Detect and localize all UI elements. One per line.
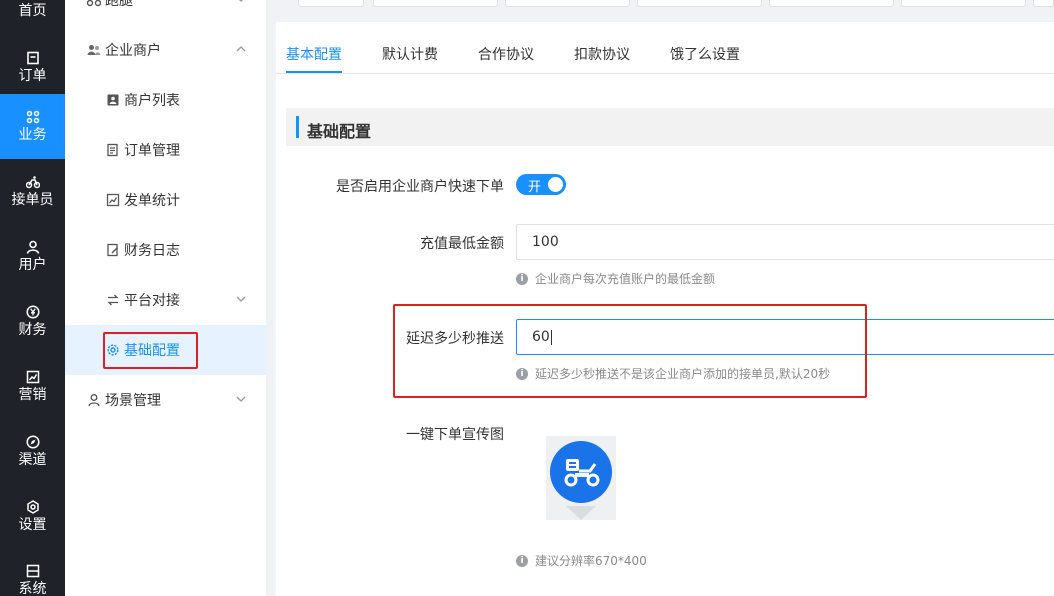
enable-quick-order-switch[interactable]: 开 xyxy=(516,174,566,195)
top-tag[interactable] xyxy=(1033,0,1054,7)
tab-basic-config[interactable]: 基本配置 xyxy=(286,44,342,64)
chart-icon xyxy=(26,370,39,384)
section-header: 基础配置 xyxy=(286,108,1054,146)
top-tag[interactable] xyxy=(637,0,762,7)
tab-active-indicator xyxy=(286,71,342,73)
chevron-up-icon xyxy=(236,46,246,52)
rail-item-orders[interactable]: 订单 xyxy=(0,35,65,100)
menu-group-errand[interactable]: 跑腿 xyxy=(65,0,266,25)
menu-group-enterprise[interactable]: 企业商户 xyxy=(65,25,266,75)
promo-image-hint: i 建议分辨率670*400 xyxy=(516,552,647,569)
menu-item-dispatch-stats[interactable]: 发单统计 xyxy=(65,175,266,225)
swap-icon xyxy=(107,294,119,306)
top-tag[interactable] xyxy=(373,0,498,7)
rail-item-business[interactable]: 业务 xyxy=(0,94,65,159)
min-recharge-input[interactable]: 100 xyxy=(516,224,1054,260)
sub-menu: 跑腿 企业商户 商户列表 订单管理 发单统计 财务日志 平台对接 基础配置 场景… xyxy=(65,0,266,596)
contact-card-icon xyxy=(107,94,119,106)
tab-deduction-agreement[interactable]: 扣款协议 xyxy=(574,44,630,64)
system-icon xyxy=(26,564,39,578)
tab-cooperation-agreement[interactable]: 合作协议 xyxy=(478,44,534,64)
errand-icon xyxy=(87,0,101,7)
tab-default-billing[interactable]: 默认计费 xyxy=(382,44,438,64)
section-title: 基础配置 xyxy=(307,122,372,141)
section-accent-bar xyxy=(296,116,299,138)
chevron-down-icon xyxy=(236,296,246,302)
config-tabs: 基本配置 默认计费 合作协议 扣款协议 饿了么设置 xyxy=(276,22,1054,74)
min-recharge-label: 充值最低金额 xyxy=(420,236,504,252)
delay-push-label: 延迟多少秒推送 xyxy=(406,331,504,347)
rail-item-users[interactable]: 用户 xyxy=(0,224,65,289)
rail-item-marketing[interactable]: 营销 xyxy=(0,354,65,419)
top-tag[interactable] xyxy=(769,0,894,7)
chevron-down-icon xyxy=(236,396,246,402)
top-tags-strip xyxy=(266,0,1054,16)
delay-push-hint: i 延迟多少秒推送不是该企业商户添加的接单员,默认20秒 xyxy=(516,365,830,382)
switch-knob xyxy=(548,177,563,192)
menu-item-finance-log[interactable]: 财务日志 xyxy=(65,225,266,275)
top-tag[interactable] xyxy=(505,0,630,7)
main-nav-rail: 首页 订单 业务 接单员 用户 财务 营销 渠道 设置 系统 xyxy=(0,0,65,596)
line-chart-icon xyxy=(106,193,120,207)
promo-image-upload[interactable] xyxy=(546,436,616,520)
order-icon xyxy=(26,51,39,65)
document-icon xyxy=(107,143,118,157)
rail-item-riders[interactable]: 接单员 xyxy=(0,159,65,224)
switch-on-text: 开 xyxy=(528,180,542,195)
scooter-pin-icon xyxy=(550,441,612,520)
chevron-down-icon xyxy=(239,0,243,2)
delay-push-input[interactable]: 60 xyxy=(516,319,1054,355)
user-icon xyxy=(26,240,39,254)
info-icon: i xyxy=(516,272,528,285)
menu-group-scene[interactable]: 场景管理 xyxy=(65,375,266,425)
gear-icon xyxy=(107,344,119,356)
channel-icon xyxy=(25,435,40,449)
rail-item-settings[interactable]: 设置 xyxy=(0,484,65,549)
menu-item-basic-config[interactable]: 基础配置 xyxy=(65,325,266,375)
users-icon xyxy=(87,45,101,55)
edit-document-icon xyxy=(107,243,118,257)
rail-item-finance[interactable]: 财务 xyxy=(0,289,65,354)
min-recharge-hint: i 企业商户每次充值账户的最低金额 xyxy=(516,270,715,287)
user-outline-icon xyxy=(88,394,100,407)
tab-eleme-settings[interactable]: 饿了么设置 xyxy=(670,44,740,64)
info-icon: i xyxy=(516,367,528,380)
yen-icon xyxy=(25,305,40,319)
menu-item-order-manage[interactable]: 订单管理 xyxy=(65,125,266,175)
enable-quick-order-label: 是否启用企业商户快速下单 xyxy=(336,179,504,195)
text-caret xyxy=(550,329,552,345)
menu-item-merchant-list[interactable]: 商户列表 xyxy=(65,75,266,125)
gear-icon xyxy=(26,500,39,514)
promo-image-label: 一键下单宣传图 xyxy=(406,427,504,443)
rail-item-channels[interactable]: 渠道 xyxy=(0,419,65,484)
top-tag[interactable] xyxy=(901,0,1026,7)
menu-item-platform-link[interactable]: 平台对接 xyxy=(65,275,266,325)
rail-item-home[interactable]: 首页 xyxy=(0,0,65,35)
content-panel: 基本配置 默认计费 合作协议 扣款协议 饿了么设置 基础配置 是否启用企业商户快… xyxy=(276,22,1054,596)
info-icon: i xyxy=(516,554,528,567)
rider-icon xyxy=(25,176,40,189)
top-tag[interactable] xyxy=(298,0,364,7)
business-icon xyxy=(26,110,39,124)
rail-item-system[interactable]: 系统 xyxy=(0,548,65,596)
